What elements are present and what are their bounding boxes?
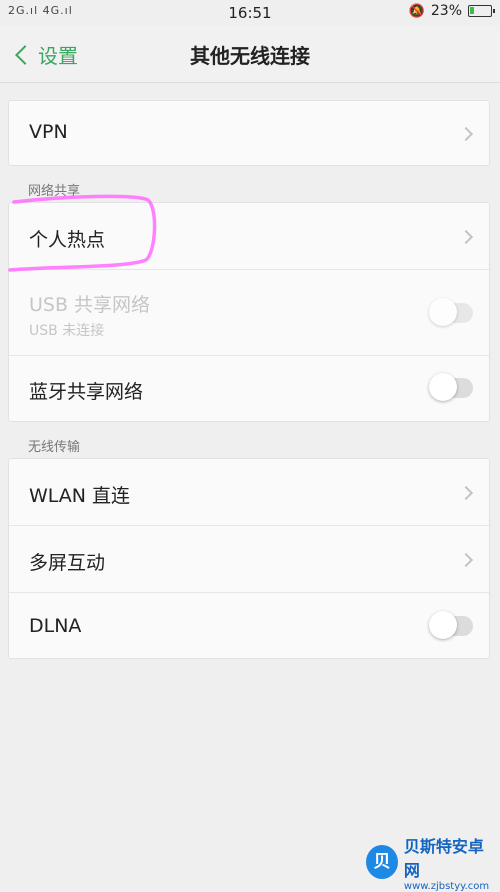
watermark-url: www.zjbstyy.com — [403, 880, 490, 892]
bluetooth-share-toggle[interactable] — [429, 373, 473, 401]
wlan-direct-label: WLAN 直连 — [29, 485, 131, 507]
wlan-direct-row[interactable]: WLAN 直连 — [9, 459, 489, 526]
bell-off-icon: 🔕 — [408, 3, 425, 19]
page-title: 其他无线连接 — [190, 44, 310, 68]
watermark-title: 贝斯特安卓网 — [403, 836, 484, 880]
dlna-toggle[interactable] — [429, 611, 473, 639]
vpn-label: VPN — [29, 121, 68, 143]
chevron-right-icon — [458, 229, 474, 245]
usb-status-label: USB 未连接 — [29, 323, 105, 339]
toggle-knob — [429, 298, 457, 326]
bluetooth-share-row[interactable]: 蓝牙共享网络 — [9, 356, 489, 421]
section-header-wireless: 无线传输 — [28, 440, 81, 455]
usb-share-toggle[interactable] — [429, 298, 473, 326]
chevron-right-icon — [458, 552, 474, 568]
multiscreen-row[interactable]: 多屏互动 — [9, 526, 489, 593]
watermark-logo: 贝 — [366, 845, 398, 879]
status-bar: 2G.ıl 4G.ıl 16:51 🔕 23% — [0, 0, 500, 26]
battery-icon — [468, 5, 495, 17]
hotspot-label: 个人热点 — [29, 229, 106, 251]
chevron-right-icon — [458, 126, 474, 142]
toggle-knob — [429, 611, 457, 639]
battery-percent: 23% — [430, 3, 462, 19]
watermark: 贝 贝斯特安卓网 www.zjbstyy.com — [366, 837, 494, 892]
section-header-network-share: 网络共享 — [28, 184, 81, 199]
hotspot-row[interactable]: 个人热点 — [9, 203, 489, 270]
chevron-right-icon — [458, 485, 474, 501]
vpn-row[interactable]: VPN — [9, 101, 489, 165]
bluetooth-share-label: 蓝牙共享网络 — [29, 381, 144, 403]
usb-share-row[interactable]: USB 共享网络 USB 未连接 — [9, 270, 489, 356]
dlna-row[interactable]: DLNA — [9, 593, 489, 658]
wireless-card: WLAN 直连 多屏互动 DLNA — [8, 458, 490, 659]
toggle-knob — [429, 373, 457, 401]
multiscreen-label: 多屏互动 — [29, 552, 106, 574]
battery-fill — [470, 7, 474, 14]
usb-share-label: USB 共享网络 — [29, 294, 151, 316]
nav-bar: 设置 其他无线连接 — [0, 26, 500, 83]
dlna-label: DLNA — [29, 615, 82, 637]
network-share-card: 个人热点 USB 共享网络 USB 未连接 蓝牙共享网络 — [8, 202, 490, 422]
vpn-card: VPN — [8, 100, 490, 166]
